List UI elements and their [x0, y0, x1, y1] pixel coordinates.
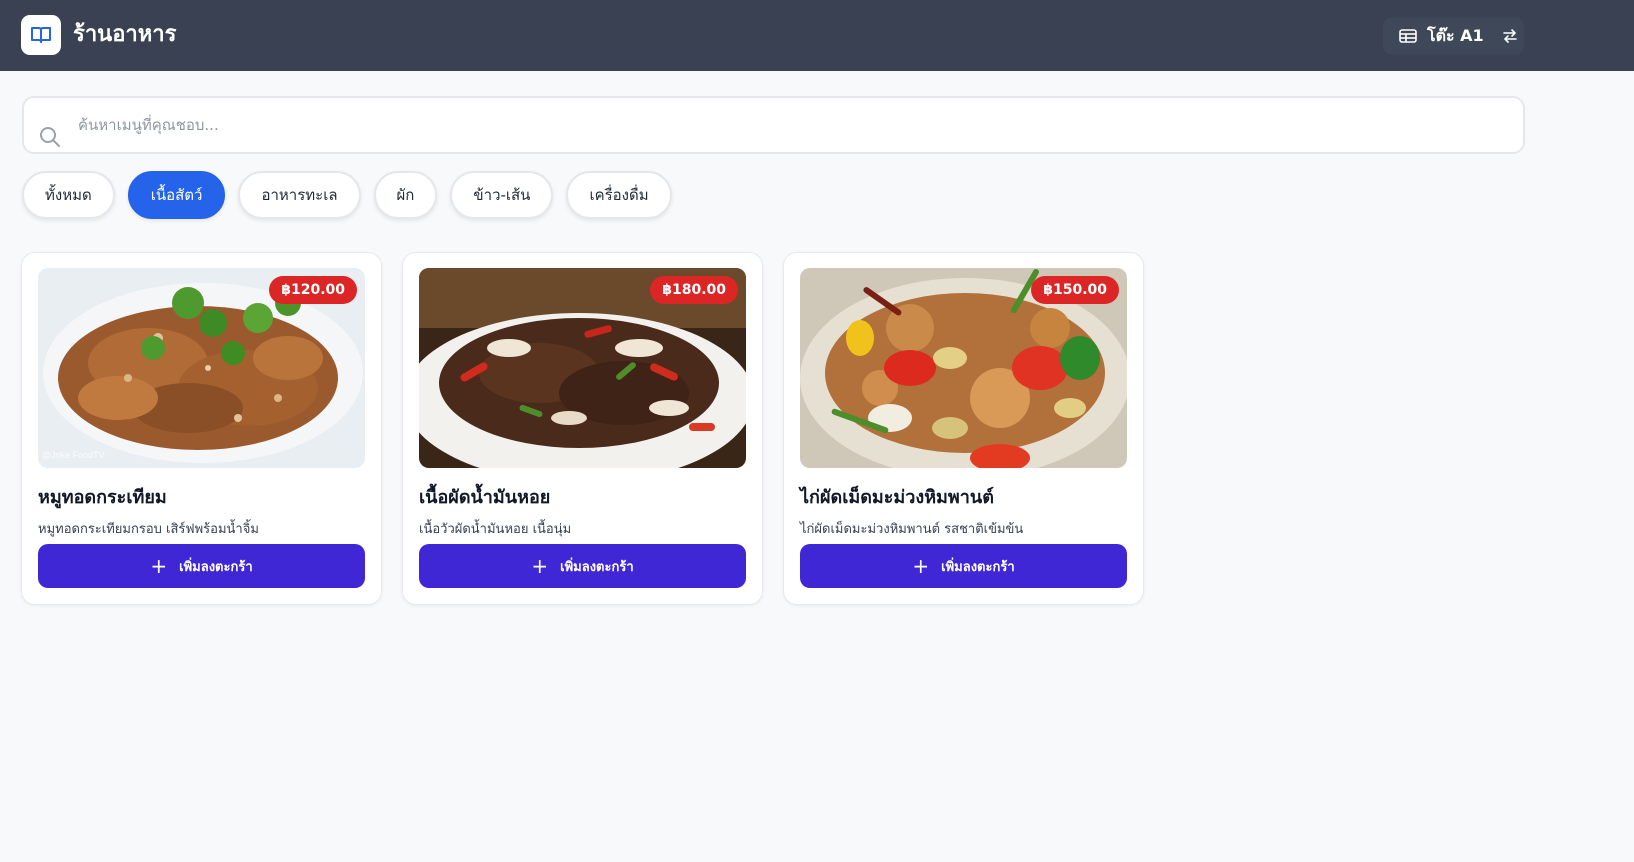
image-watermark: @Joke FoodTV [42, 450, 105, 460]
category-meat[interactable]: เนื้อสัตว์ [127, 171, 226, 219]
app-title: ร้านอาหาร [73, 22, 177, 47]
plus-icon: + [531, 554, 549, 578]
cashew-chicken-photo: ฿150.00 [800, 268, 1127, 468]
add-to-cart-label: เพิ่มลงตะกร้า [560, 559, 634, 575]
add-to-cart-button[interactable]: + เพิ่มลงตะกร้า [38, 544, 365, 588]
price-badge: ฿120.00 [269, 276, 357, 304]
book-icon [21, 15, 61, 55]
search-icon [40, 127, 60, 147]
category-filter-bar: ทั้งหมด เนื้อสัตว์ อาหารทะเล ผัก ข้าว-เส… [22, 171, 672, 219]
beef-oyster-sauce-photo: ฿180.00 [419, 268, 746, 468]
category-rice-noodles[interactable]: ข้าว-เส้น [450, 171, 554, 219]
add-to-cart-label: เพิ่มลงตะกร้า [179, 559, 253, 575]
menu-card[interactable]: @Joke FoodTV ฿120.00 หมูทอดกระเทียม หมูท… [21, 252, 382, 605]
menu-card[interactable]: ฿150.00 ไก่ผัดเม็ดมะม่วงหิมพานต์ ไก่ผัดเ… [783, 252, 1144, 605]
category-seafood[interactable]: อาหารทะเล [238, 171, 361, 219]
menu-item-name: เนื้อผัดน้ำมันหอย [419, 487, 551, 508]
price-badge: ฿180.00 [650, 276, 738, 304]
plus-icon: + [150, 554, 168, 578]
category-all[interactable]: ทั้งหมด [22, 171, 115, 219]
table-label: โต๊ะ A1 [1427, 25, 1484, 45]
top-bar: ร้านอาหาร โต๊ะ A1 [0, 0, 1634, 71]
add-to-cart-label: เพิ่มลงตะกร้า [941, 559, 1015, 575]
search-input[interactable] [78, 110, 1498, 140]
menu-item-name: ไก่ผัดเม็ดมะม่วงหิมพานต์ [800, 487, 994, 508]
table-icon [1399, 29, 1417, 43]
plus-icon: + [912, 554, 930, 578]
add-to-cart-button[interactable]: + เพิ่มลงตะกร้า [800, 544, 1127, 588]
category-vegetables[interactable]: ผัก [373, 171, 438, 219]
menu-card[interactable]: ฿180.00 เนื้อผัดน้ำมันหอย เนื้อวัวผัดน้ำ… [402, 252, 763, 605]
add-to-cart-button[interactable]: + เพิ่มลงตะกร้า [419, 544, 746, 588]
menu-item-description: เนื้อวัวผัดน้ำมันหอย เนื้อนุ่ม [419, 522, 572, 537]
category-drinks[interactable]: เครื่องดื่ม [566, 171, 672, 219]
search-box [22, 96, 1525, 154]
menu-item-name: หมูทอดกระเทียม [38, 487, 167, 508]
menu-item-description: ไก่ผัดเม็ดมะม่วงหิมพานต์ รสชาติเข้มข้น [800, 522, 1024, 537]
swap-icon[interactable] [1502, 29, 1518, 43]
price-badge: ฿150.00 [1031, 276, 1119, 304]
menu-item-description: หมูทอดกระเทียมกรอบ เสิร์ฟพร้อมน้ำจิ้ม [38, 522, 259, 537]
fried-pork-garlic-photo: @Joke FoodTV ฿120.00 [38, 268, 365, 468]
table-selector-button[interactable]: โต๊ะ A1 [1383, 18, 1524, 54]
